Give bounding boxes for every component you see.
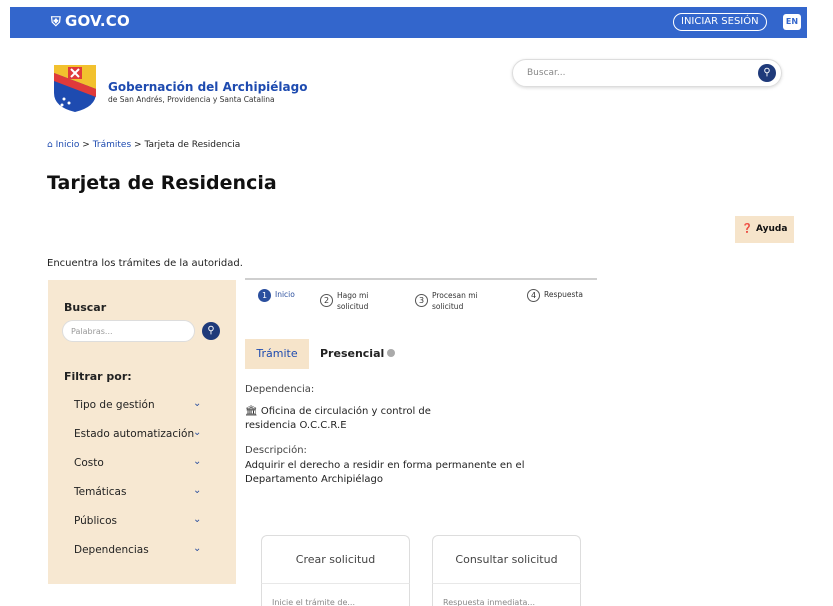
filter-tematicas[interactable]: Temáticas ⌄ — [74, 485, 219, 498]
keyword-input[interactable]: Palabras... — [62, 320, 195, 342]
help-button[interactable]: ❓ Ayuda — [735, 216, 794, 243]
filter-costo[interactable]: Costo ⌄ — [74, 456, 219, 469]
chevron-down-icon: ⌄ — [193, 398, 202, 409]
filter-search-label: Buscar — [64, 301, 107, 314]
chevron-down-icon: ⌄ — [193, 427, 202, 438]
chevron-down-icon: ⌄ — [193, 456, 202, 467]
top-bar: ⛨ GOV.CO INICIAR SESIÓN EN — [10, 7, 807, 38]
steps-divider — [245, 278, 597, 280]
filter-title: Filtrar por: — [64, 370, 132, 383]
dependencia-value: 🏛 Oficina de circulación y control de re… — [245, 406, 431, 431]
search-icon[interactable]: ⚲ — [758, 64, 776, 82]
help-icon: ❓ — [741, 224, 753, 234]
org-name[interactable]: Gobernación del Archipiélago de San Andr… — [108, 80, 307, 104]
breadcrumb-home[interactable]: Inicio — [56, 140, 80, 150]
org-subtitle: de San Andrés, Providencia y Santa Catal… — [108, 95, 275, 104]
shield-icon: ⛨ — [51, 15, 61, 30]
breadcrumb-current: Tarjeta de Residencia — [144, 140, 241, 150]
org-title: Gobernación del Archipiélago — [108, 80, 308, 94]
chevron-down-icon: ⌄ — [193, 485, 202, 496]
building-icon: 🏛 — [245, 406, 258, 417]
search-input[interactable]: Buscar... — [527, 68, 566, 78]
dependencia-label: Dependencia: — [245, 384, 315, 395]
descripcion-value: Adquirir el derecho a residir en forma p… — [245, 460, 525, 485]
crear-solicitud-desc: Inicie el trámite de... — [261, 583, 410, 606]
descripcion-label: Descripción: — [245, 445, 307, 456]
chevron-down-icon: ⌄ — [193, 543, 202, 554]
status-dot — [387, 349, 396, 357]
crear-solicitud-card[interactable]: Crear solicitud — [261, 535, 410, 583]
login-button[interactable]: INICIAR SESIÓN — [673, 13, 767, 31]
breadcrumb: ⌂ Inicio > Trámites > Tarjeta de Residen… — [47, 140, 241, 150]
home-icon[interactable]: ⌂ — [47, 140, 53, 150]
language-button[interactable]: EN — [783, 14, 801, 30]
filter-estado-automatizacion[interactable]: Estado automatización ⌄ — [74, 427, 219, 440]
tab-presencial[interactable]: Presencial — [320, 347, 396, 360]
chevron-down-icon: ⌄ — [193, 514, 202, 525]
filter-publicos[interactable]: Públicos ⌄ — [74, 514, 219, 527]
keyword-search-icon[interactable]: ⚲ — [202, 322, 220, 340]
filter-tipo-gestion[interactable]: Tipo de gestión ⌄ — [74, 398, 219, 411]
page-title: Tarjeta de Residencia — [47, 172, 277, 194]
filter-panel: Buscar Palabras... ⚲ Filtrar por: Tipo d… — [48, 280, 236, 584]
intro-text: Encuentra los trámites de la autoridad. — [47, 258, 243, 269]
gov-co-logo[interactable]: ⛨ GOV.CO — [51, 12, 130, 30]
consultar-solicitud-card[interactable]: Consultar solicitud — [432, 535, 581, 583]
consultar-solicitud-desc: Respuesta inmediata... — [432, 583, 581, 606]
crest-logo — [54, 65, 96, 112]
breadcrumb-tramites[interactable]: Trámites — [93, 140, 131, 150]
header-search[interactable]: Buscar... ⚲ — [512, 59, 782, 87]
tab-tramite[interactable]: Trámite — [245, 339, 309, 369]
filter-dependencias[interactable]: Dependencias ⌄ — [74, 543, 219, 556]
